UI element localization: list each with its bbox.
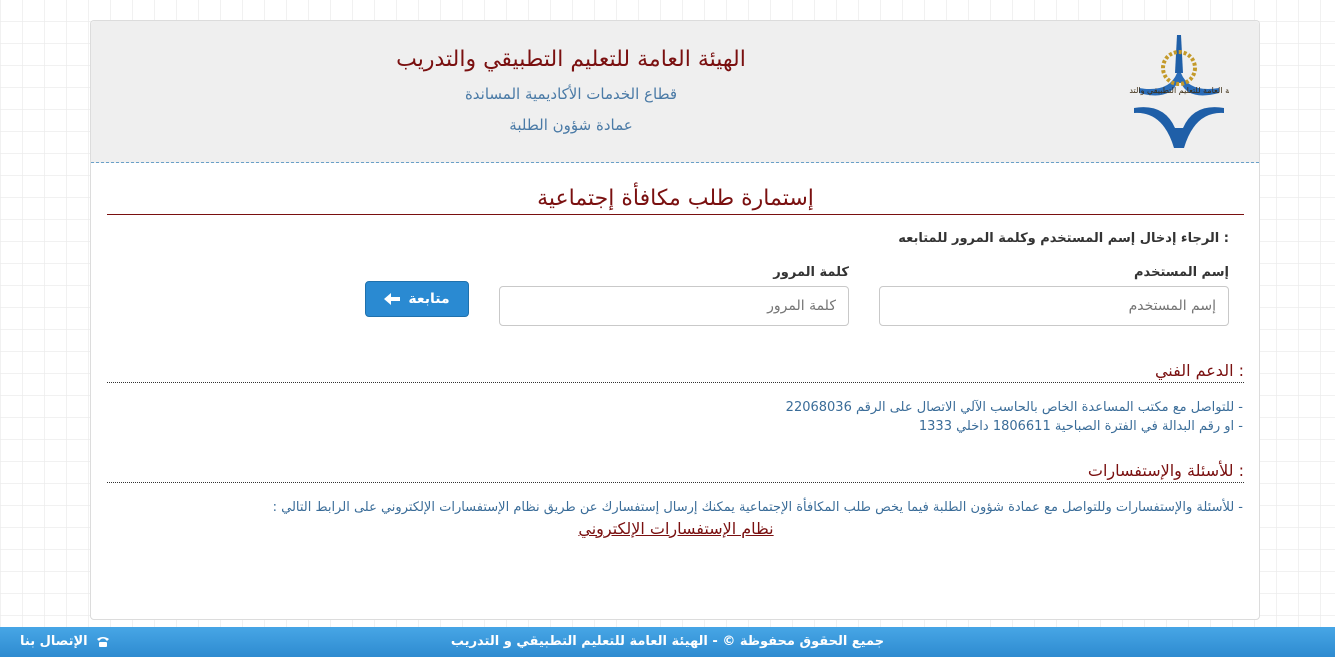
arrow-left-icon [384,293,401,305]
password-label: كلمة المرور [773,265,849,280]
login-instruction: الرجاء إدخال إسم المستخدم وكلمة المرور ل… [898,231,1229,246]
support-line-1: - للتواصل مع مكتب المساعدة الخاص بالحاسب… [785,400,1243,415]
form-title: إستمارة طلب مكافأة إجتماعية [107,186,1244,215]
sector-subtitle: قطاع الخدمات الأكاديمية المساندة [464,85,678,103]
logo-text: الهيئة العامة للتعليم التطبيقي والتدريب [1129,86,1229,95]
continue-button-label: متابعة [408,291,450,307]
page-header: الهيئة العامة للتعليم التطبيقي والتدريب … [91,21,1259,163]
username-input[interactable] [879,286,1229,326]
contact-us-link[interactable]: الإتصال بنا [20,634,110,649]
page-title: الهيئة العامة للتعليم التطبيقي والتدريب [396,47,746,72]
support-section-title: الدعم الفني : [107,361,1244,383]
contact-us-label: الإتصال بنا [20,634,88,649]
password-input[interactable] [499,286,849,326]
faq-section-title: للأسئلة والإستفسارات : [107,461,1244,483]
faq-system-link[interactable]: نظام الإستفسارات الإلكتروني [91,519,1261,538]
faq-line-1: - للأسئلة والإستفسارات وللتواصل مع عمادة… [272,500,1243,515]
copyright-text: جميع الحقوق محفوظة © - الهيئة العامة للت… [450,634,885,649]
page-footer: جميع الحقوق محفوظة © - الهيئة العامة للت… [0,627,1335,657]
continue-button[interactable]: متابعة [365,281,469,317]
deanship-subtitle: عمادة شؤون الطلبة [509,116,633,134]
username-label: إسم المستخدم [1134,265,1229,280]
main-card: الهيئة العامة للتعليم التطبيقي والتدريب … [90,20,1260,620]
paaet-logo: الهيئة العامة للتعليم التطبيقي والتدريب [1129,35,1229,148]
support-line-2: - او رقم البدالة في الفترة الصباحية 1806… [918,419,1243,434]
phone-icon [96,636,109,647]
